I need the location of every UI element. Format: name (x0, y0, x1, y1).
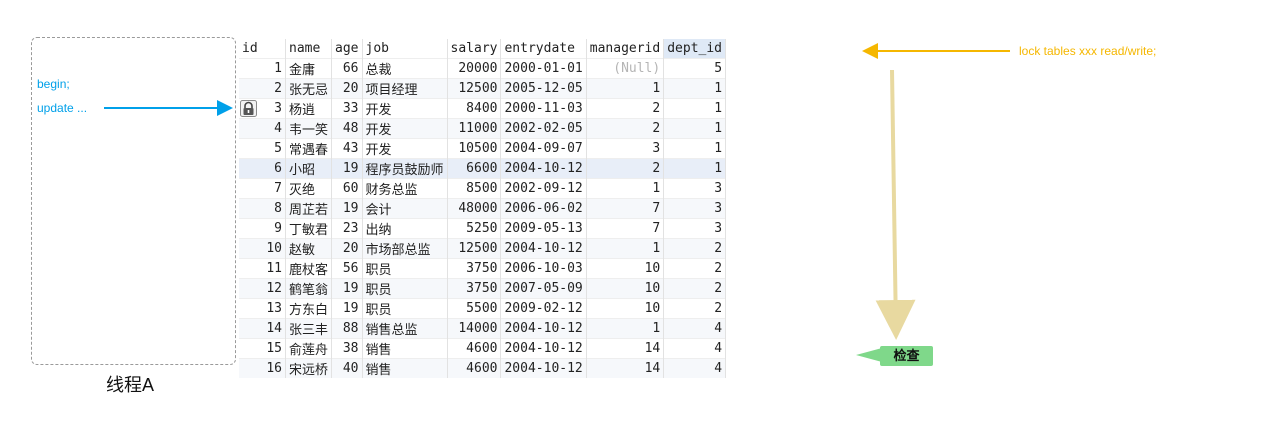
check-pointer (856, 348, 882, 362)
scan-down-arrow (875, 69, 916, 340)
annotation-arrows (104, 43, 1010, 362)
